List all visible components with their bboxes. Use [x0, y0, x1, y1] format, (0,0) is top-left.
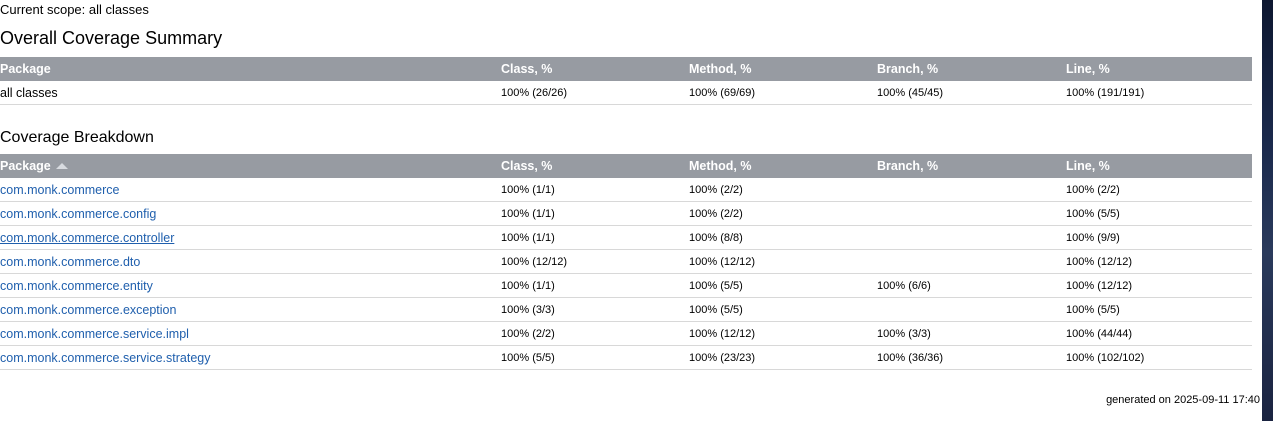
summary-header-branch: Branch, % [877, 57, 1066, 81]
branch-cell: 100% (6/6) [877, 273, 1066, 298]
summary-header-class: Class, % [501, 57, 689, 81]
class-cell: 100% (3/3) [501, 297, 689, 322]
line-cell: 100% (5/5) [1066, 297, 1252, 322]
summary-table: Package Class, % Method, % Branch, % Lin… [0, 57, 1252, 105]
generated-timestamp: generated on 2025-09-11 17:40 [1106, 394, 1260, 406]
package-cell: com.monk.commerce.config [0, 201, 501, 226]
package-link[interactable]: com.monk.commerce.controller [0, 231, 174, 245]
class-cell: 100% (1/1) [501, 225, 689, 250]
package-link[interactable]: com.monk.commerce.service.strategy [0, 351, 210, 365]
package-link[interactable]: com.monk.commerce.exception [0, 303, 176, 317]
method-cell: 100% (12/12) [689, 321, 877, 346]
method-cell: 100% (5/5) [689, 273, 877, 298]
package-cell: com.monk.commerce.dto [0, 249, 501, 274]
class-cell: 100% (1/1) [501, 178, 689, 202]
branch-cell [877, 249, 1066, 274]
package-cell: com.monk.commerce.controller [0, 225, 501, 250]
package-link[interactable]: com.monk.commerce.service.impl [0, 327, 189, 341]
summary-branch-cell: 100% (45/45) [877, 81, 1066, 105]
breakdown-header-package[interactable]: Package [0, 154, 501, 178]
breakdown-header-branch[interactable]: Branch, % [877, 154, 1066, 178]
branch-cell [877, 297, 1066, 322]
branch-cell [877, 178, 1066, 202]
branch-cell: 100% (3/3) [877, 321, 1066, 346]
breakdown-header-class[interactable]: Class, % [501, 154, 689, 178]
package-link[interactable]: com.monk.commerce.config [0, 207, 156, 221]
package-cell: com.monk.commerce [0, 178, 501, 202]
summary-package-cell: all classes [0, 81, 501, 105]
class-cell: 100% (5/5) [501, 345, 689, 370]
line-cell: 100% (102/102) [1066, 345, 1252, 370]
package-cell: com.monk.commerce.service.strategy [0, 345, 501, 370]
table-row: com.monk.commerce.controller 100% (1/1) … [0, 225, 1252, 250]
breakdown-title: Coverage Breakdown [0, 129, 154, 146]
package-cell: com.monk.commerce.entity [0, 273, 501, 298]
method-cell: 100% (8/8) [689, 225, 877, 250]
summary-header-line: Line, % [1066, 57, 1252, 81]
line-cell: 100% (12/12) [1066, 249, 1252, 274]
table-row: com.monk.commerce.dto 100% (12/12) 100% … [0, 249, 1252, 274]
table-row: com.monk.commerce 100% (1/1) 100% (2/2) … [0, 178, 1252, 202]
method-cell: 100% (5/5) [689, 297, 877, 322]
line-cell: 100% (9/9) [1066, 225, 1252, 250]
summary-line-cell: 100% (191/191) [1066, 81, 1252, 105]
breakdown-header-row: Package Class, % Method, % Branch, % Lin… [0, 154, 1252, 178]
table-row: com.monk.commerce.exception 100% (3/3) 1… [0, 297, 1252, 322]
table-row: com.monk.commerce.service.impl 100% (2/2… [0, 321, 1252, 346]
package-cell: com.monk.commerce.service.impl [0, 321, 501, 346]
package-link[interactable]: com.monk.commerce [0, 183, 119, 197]
method-cell: 100% (2/2) [689, 178, 877, 202]
breakdown-header-line[interactable]: Line, % [1066, 154, 1252, 178]
summary-header-method: Method, % [689, 57, 877, 81]
class-cell: 100% (2/2) [501, 321, 689, 346]
summary-method-cell: 100% (69/69) [689, 81, 877, 105]
desktop-background-edge [1262, 0, 1273, 421]
package-cell: com.monk.commerce.exception [0, 297, 501, 322]
package-link[interactable]: com.monk.commerce.entity [0, 279, 153, 293]
breakdown-table: Package Class, % Method, % Branch, % Lin… [0, 154, 1252, 370]
package-link[interactable]: com.monk.commerce.dto [0, 255, 140, 269]
summary-title: Overall Coverage Summary [0, 28, 223, 48]
table-row: com.monk.commerce.service.strategy 100% … [0, 345, 1252, 370]
line-cell: 100% (44/44) [1066, 321, 1252, 346]
class-cell: 100% (1/1) [501, 201, 689, 226]
sort-ascending-icon [55, 163, 68, 169]
branch-cell [877, 225, 1066, 250]
summary-header-row: Package Class, % Method, % Branch, % Lin… [0, 57, 1252, 81]
current-scope-text: Current scope: all classes [0, 2, 149, 17]
line-cell: 100% (2/2) [1066, 178, 1252, 202]
method-cell: 100% (2/2) [689, 201, 877, 226]
breakdown-header-package-label: Package [0, 159, 51, 173]
breakdown-header-method[interactable]: Method, % [689, 154, 877, 178]
summary-row: all classes 100% (26/26) 100% (69/69) 10… [0, 81, 1252, 105]
table-row: com.monk.commerce.entity 100% (1/1) 100%… [0, 273, 1252, 298]
class-cell: 100% (1/1) [501, 273, 689, 298]
summary-header-package: Package [0, 57, 501, 81]
method-cell: 100% (23/23) [689, 345, 877, 370]
class-cell: 100% (12/12) [501, 249, 689, 274]
line-cell: 100% (12/12) [1066, 273, 1252, 298]
method-cell: 100% (12/12) [689, 249, 877, 274]
line-cell: 100% (5/5) [1066, 201, 1252, 226]
branch-cell: 100% (36/36) [877, 345, 1066, 370]
summary-class-cell: 100% (26/26) [501, 81, 689, 105]
branch-cell [877, 201, 1066, 226]
coverage-report-page: Current scope: all classes Overall Cover… [0, 0, 1262, 421]
table-row: com.monk.commerce.config 100% (1/1) 100%… [0, 201, 1252, 226]
